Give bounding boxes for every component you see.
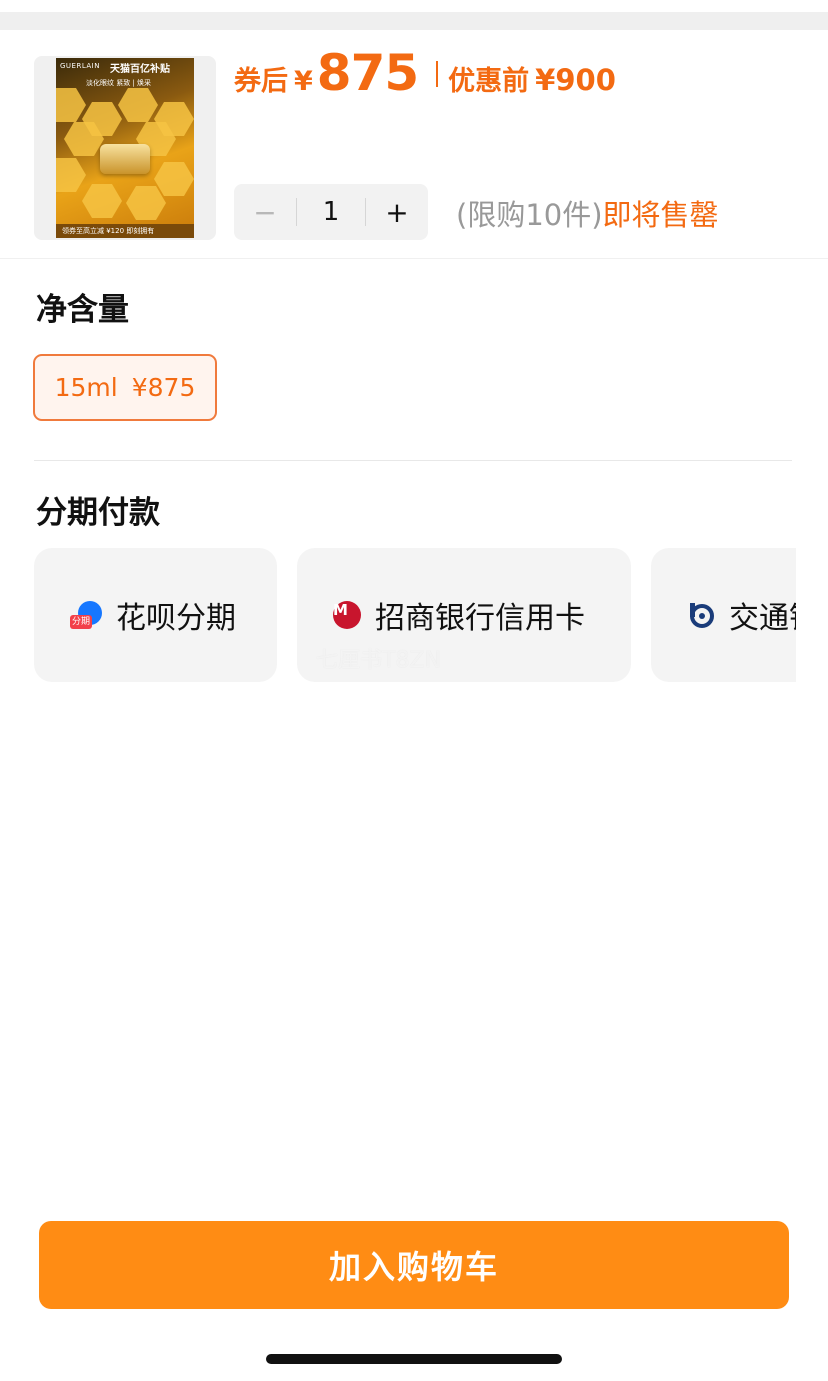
- huabei-icon-tag: 分期: [70, 615, 93, 629]
- volume-option-size: 15ml: [54, 373, 118, 402]
- add-to-cart-button[interactable]: 加入购物车: [39, 1221, 789, 1309]
- product-image-band-text: 领券至高立减 ¥120 即刻拥有: [62, 227, 155, 235]
- decrease-button[interactable]: −: [234, 184, 296, 240]
- pre-discount-price: ¥900: [535, 63, 616, 97]
- section-divider: [34, 460, 792, 461]
- huabei-icon: 分期: [70, 601, 102, 629]
- header-divider: [0, 258, 828, 259]
- installment-option-bocom[interactable]: 交通银行信用卡: [651, 548, 796, 682]
- purchase-limit: (限购10件)即将售罄: [456, 192, 719, 234]
- product-image-title: 天猫百亿补贴: [110, 64, 170, 75]
- installment-option-huabei[interactable]: 分期 花呗分期: [34, 548, 277, 682]
- volume-option-price: ¥875: [131, 373, 196, 402]
- installment-option-label: 花呗分期: [116, 601, 236, 636]
- product-image: GUERLAIN 天猫百亿补贴 淡化眼纹 紧致 | 焕采 领券至高立减 ¥120…: [56, 58, 194, 238]
- installment-option-label: 交通银行信用卡: [729, 601, 796, 636]
- product-image-brand: GUERLAIN: [60, 62, 100, 70]
- price-divider: [436, 61, 439, 87]
- coupon-label: 券后: [234, 66, 288, 97]
- product-thumbnail[interactable]: GUERLAIN 天猫百亿补贴 淡化眼纹 紧致 | 焕采 领券至高立减 ¥120…: [34, 56, 216, 240]
- limit-text: (限购10件): [456, 198, 603, 232]
- coupon-price: 875: [316, 44, 419, 102]
- cream-jar-graphic: [100, 144, 150, 174]
- volume-section-title: 净含量: [36, 292, 129, 328]
- watermark: 七厘书T8ZN: [316, 648, 441, 673]
- installment-option-label: 招商银行信用卡: [375, 601, 585, 636]
- quantity-stepper: − 1 +: [234, 184, 428, 240]
- product-image-subtitle: 淡化眼纹 紧致 | 焕采: [86, 79, 152, 87]
- pre-discount-label: 优惠前: [448, 66, 530, 97]
- quantity-value[interactable]: 1: [297, 197, 365, 227]
- currency-symbol: ¥: [294, 66, 313, 97]
- increase-button[interactable]: +: [366, 184, 428, 240]
- stock-status: 即将售罄: [602, 198, 719, 232]
- top-strip: [0, 12, 828, 30]
- price-line: 券后 ¥ 875 优惠前 ¥900: [234, 44, 616, 104]
- home-indicator: [266, 1354, 562, 1364]
- cmb-bank-icon: M: [333, 601, 361, 629]
- bocom-bank-icon: [687, 601, 715, 629]
- installment-section-title: 分期付款: [36, 495, 160, 531]
- volume-option-15ml[interactable]: 15ml ¥875: [33, 354, 217, 421]
- product-image-band: 领券至高立减 ¥120 即刻拥有: [56, 224, 194, 238]
